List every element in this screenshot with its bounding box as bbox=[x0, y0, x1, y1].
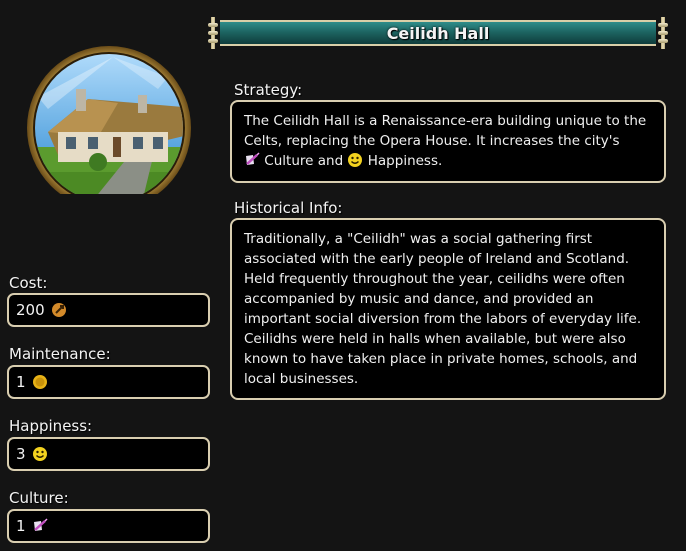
happiness-label: Happiness: bbox=[9, 417, 93, 435]
page-title: Ceilidh Hall bbox=[386, 23, 490, 43]
maintenance-label: Maintenance: bbox=[9, 345, 111, 363]
gold-icon bbox=[32, 375, 47, 389]
maintenance-field: 1 bbox=[7, 365, 210, 399]
happiness-icon bbox=[32, 447, 47, 461]
cost-label: Cost: bbox=[9, 274, 48, 292]
strategy-text: The Ceilidh Hall is a Renaissance-era bu… bbox=[244, 113, 647, 149]
strategy-panel: The Ceilidh Hall is a Renaissance-era bu… bbox=[230, 100, 666, 183]
culture-value: 1 bbox=[16, 517, 26, 535]
strategy-culture-word: Culture bbox=[264, 153, 314, 169]
history-text: Traditionally, a "Ceilidh" was a social … bbox=[244, 231, 642, 387]
production-icon bbox=[51, 303, 66, 317]
culture-field: 1 bbox=[7, 509, 210, 543]
title-bar: Ceilidh Hall bbox=[220, 20, 656, 46]
banner-rod-left bbox=[206, 17, 220, 49]
strategy-happiness-word: Happiness. bbox=[367, 153, 443, 169]
happiness-field: 3 bbox=[7, 437, 210, 471]
happiness-value: 3 bbox=[16, 445, 26, 463]
history-heading: Historical Info: bbox=[234, 199, 343, 217]
title-banner: Ceilidh Hall bbox=[206, 17, 670, 49]
cost-value: 200 bbox=[16, 301, 45, 319]
cost-field: 200 bbox=[7, 293, 210, 327]
strategy-and-word: and bbox=[317, 153, 344, 169]
maintenance-value: 1 bbox=[16, 373, 26, 391]
culture-icon bbox=[246, 152, 260, 165]
banner-rod-right bbox=[656, 17, 670, 49]
history-panel: Traditionally, a "Ceilidh" was a social … bbox=[230, 218, 666, 400]
happiness-icon bbox=[348, 153, 363, 167]
building-portrait bbox=[27, 46, 191, 194]
culture-label: Culture: bbox=[9, 489, 69, 507]
strategy-heading: Strategy: bbox=[234, 81, 303, 99]
culture-icon bbox=[33, 518, 48, 531]
